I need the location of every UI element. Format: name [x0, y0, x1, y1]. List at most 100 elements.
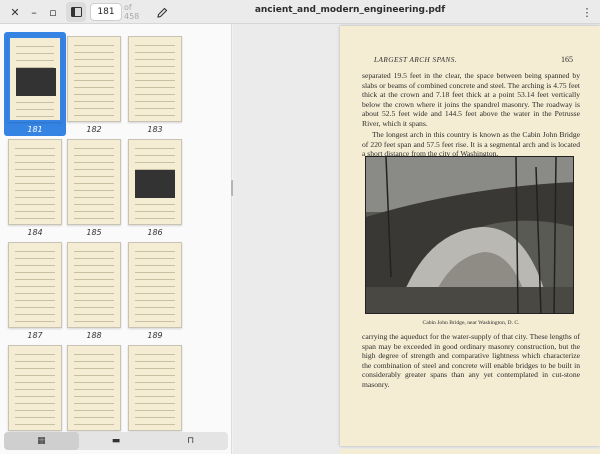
thumbnail-text-line	[74, 251, 114, 252]
thumbnail-text-line	[135, 73, 175, 74]
thumbnail-text-line	[15, 396, 55, 397]
thumbnail-label: 184	[27, 228, 43, 237]
thumbnail-text-line	[135, 94, 175, 95]
thumbnail-text-line	[15, 155, 55, 156]
page-thumbnail[interactable]	[67, 139, 121, 225]
thumbnail-text-line	[74, 59, 114, 60]
thumbnail-text-line	[74, 148, 114, 149]
thumbnail-text-line	[15, 293, 55, 294]
page-thumbnail[interactable]	[128, 345, 182, 431]
thumbnail-text-line	[74, 176, 114, 177]
thumbnail-text-line	[15, 321, 55, 322]
thumbnail-text-line	[15, 258, 55, 259]
thumbnail-text-line	[74, 155, 114, 156]
maximize-button[interactable]: ▫	[43, 2, 63, 22]
thumbnail-text-line	[15, 410, 55, 411]
page-number-input[interactable]: 181	[90, 3, 122, 21]
thumbnail-text-line	[74, 265, 114, 266]
thumbnail-text-line	[135, 286, 175, 287]
sidebar-toggle-button[interactable]	[66, 2, 86, 22]
thumbnail-text-line	[135, 265, 175, 266]
thumbnail-text-line	[135, 66, 175, 67]
thumbnail-text-line	[135, 87, 175, 88]
page-thumbnail[interactable]	[8, 36, 62, 122]
page-thumbnail[interactable]	[8, 345, 62, 431]
thumbnail-text-line	[135, 396, 175, 397]
thumbnail-text-line	[135, 162, 175, 163]
thumbnail-label: 183	[147, 125, 163, 134]
thumbnail-text-line	[74, 314, 114, 315]
thumbnail-text-line	[135, 52, 175, 53]
document-view[interactable]: LARGEST ARCH SPANS. 165 separated 19.5 f…	[233, 24, 600, 454]
page-thumbnail[interactable]	[67, 36, 121, 122]
thumbnail-text-line	[15, 272, 55, 273]
document-title: ancient_and_modern_engineering.pdf	[254, 5, 446, 15]
thumbnail-text-line	[15, 375, 55, 376]
tab-bookmarks[interactable]: ⊓	[153, 432, 228, 450]
thumbnail-text-line	[74, 45, 114, 46]
page-count-label: of 458	[124, 3, 140, 21]
thumbnail-text-line	[135, 361, 175, 362]
thumbnail-text-line	[135, 354, 175, 355]
thumbnail-text-line	[15, 286, 55, 287]
thumbnail-label: 181	[27, 125, 43, 134]
thumbnail-text-line	[74, 321, 114, 322]
paragraph: separated 19.5 feet in the clear, the sp…	[362, 71, 580, 128]
page-thumbnail[interactable]	[8, 242, 62, 328]
thumbnail-text-line	[15, 314, 55, 315]
thumbnail-label: 187	[27, 331, 43, 340]
thumbnail-text-line	[74, 66, 114, 67]
thumbnail-text-line	[135, 307, 175, 308]
thumbnail-text-line	[74, 211, 114, 212]
thumbnail-text-line	[135, 389, 175, 390]
page-thumbnail[interactable]	[128, 36, 182, 122]
thumbnail-text-line	[16, 102, 54, 103]
thumbnail-text-line	[15, 183, 55, 184]
thumbnail-text-line	[15, 265, 55, 266]
thumbnail-label: 189	[147, 331, 163, 340]
paragraph: The longest arch in this country is know…	[362, 130, 580, 158]
thumbnail-text-line	[135, 410, 175, 411]
thumbnail-text-line	[74, 115, 114, 116]
thumbnail-label: 185	[86, 228, 102, 237]
pdf-page: LARGEST ARCH SPANS. 165 separated 19.5 f…	[340, 26, 600, 446]
thumbnail-text-line	[74, 424, 114, 425]
thumbnail-text-line	[16, 46, 54, 47]
page-thumbnail[interactable]	[128, 139, 182, 225]
thumbnail-text-line	[15, 382, 55, 383]
thumbnail-text-line	[15, 424, 55, 425]
thumbnail-text-line	[135, 314, 175, 315]
page-thumbnail[interactable]	[128, 242, 182, 328]
annotate-button[interactable]	[152, 2, 172, 22]
page-thumbnail[interactable]	[8, 139, 62, 225]
thumbnail-text-line	[15, 354, 55, 355]
close-button[interactable]: ✕	[5, 2, 25, 22]
thumbnail-text-line	[74, 258, 114, 259]
thumbnail-text-line	[74, 197, 114, 198]
header-bar: ✕ – ▫ 181 of 458 ancient_and_modern_engi…	[0, 0, 600, 24]
thumbnail-label: 188	[86, 331, 102, 340]
tab-thumbnails[interactable]: ▦	[4, 432, 79, 450]
thumbnail-text-line	[135, 115, 175, 116]
thumbnail-text-line	[74, 80, 114, 81]
tab-annotations[interactable]: ▬	[79, 432, 154, 450]
thumbnail-label: 186	[147, 228, 163, 237]
thumbnail-text-line	[135, 382, 175, 383]
photo-caption: Cabin John Bridge, near Washington, D. C…	[422, 320, 520, 326]
minimize-button[interactable]: –	[24, 2, 44, 22]
sidebar-icon	[70, 7, 82, 17]
thumbnail-text-line	[74, 389, 114, 390]
thumbnail-text-line	[74, 52, 114, 53]
thumbnail-text-line	[74, 293, 114, 294]
page-thumbnail[interactable]	[67, 242, 121, 328]
thumbnail-text-line	[15, 204, 55, 205]
thumbnail-text-line	[135, 300, 175, 301]
page-thumbnail[interactable]	[67, 345, 121, 431]
thumbnail-sidebar: 181 182 183 184 185 186 187 188 189 ▦ ▬ ⊓	[0, 24, 232, 454]
thumbnail-text-line	[74, 417, 114, 418]
thumbnail-text-line	[15, 368, 55, 369]
thumbnail-text-line	[16, 109, 54, 110]
main-menu-button[interactable]: ⋮	[577, 2, 597, 22]
next-pdf-page	[340, 449, 600, 454]
thumbnail-text-line	[135, 251, 175, 252]
